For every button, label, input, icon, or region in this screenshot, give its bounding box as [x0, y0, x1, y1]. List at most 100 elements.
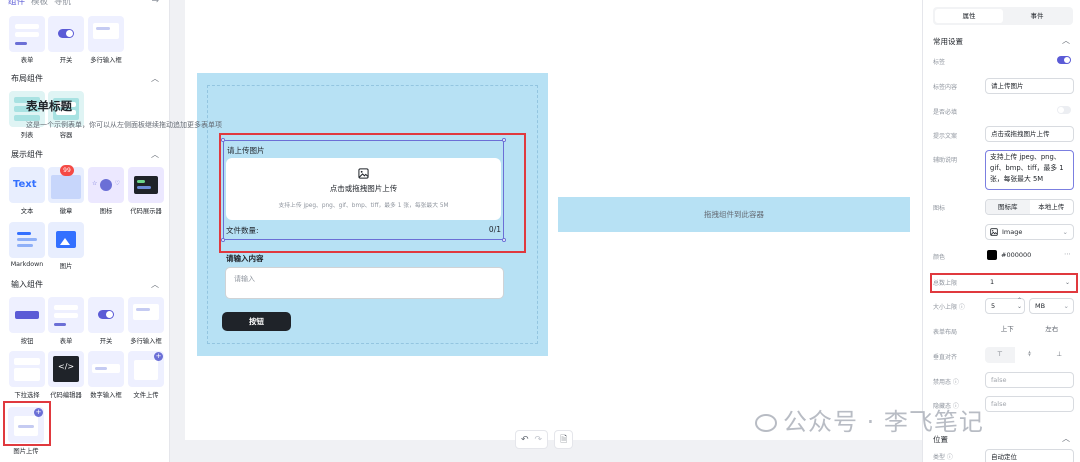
- hidden-input[interactable]: false: [985, 396, 1074, 412]
- local-upload-option[interactable]: 本地上传: [1030, 200, 1074, 214]
- hint-input[interactable]: 点击或拖拽图片上传: [985, 126, 1074, 142]
- component-form[interactable]: 表单: [7, 16, 47, 64]
- component-number-input[interactable]: 数字输入框: [86, 351, 126, 399]
- icon-thumbnail-icon: ☆ ♡: [88, 167, 124, 203]
- vertical-align-segmented: ⊤ ⫩ ⊥: [985, 347, 1074, 363]
- component-text[interactable]: Text 文本: [7, 167, 47, 215]
- form-description: 这是一个示例表单，你可以从左侧面板继续拖动追加更多表单项: [26, 121, 222, 129]
- highlight-box: [3, 401, 51, 446]
- prop-label: 颜色: [933, 254, 946, 261]
- text-input[interactable]: 请输入: [225, 267, 504, 299]
- icon-select[interactable]: Image ⌄: [985, 224, 1074, 240]
- submit-button[interactable]: 按钮: [222, 312, 291, 331]
- prop-label: 标签内容: [933, 84, 958, 91]
- component-switch[interactable]: 开关: [86, 297, 126, 345]
- tab-navigation[interactable]: 导航: [54, 0, 71, 7]
- component-file-upload[interactable]: + 文件上传: [126, 351, 166, 399]
- icon-library-option[interactable]: 图标库: [986, 200, 1030, 214]
- size-unit-select[interactable]: MB ⌄: [1029, 298, 1074, 314]
- redo-icon[interactable]: ↷: [535, 435, 543, 445]
- component-label: 列表: [20, 132, 34, 139]
- property-tabs: 属性 事件: [933, 7, 1073, 25]
- chevron-up-icon[interactable]: ︿: [1062, 35, 1070, 46]
- save-icon[interactable]: 🗎: [554, 430, 574, 449]
- align-top-icon[interactable]: ⊤: [985, 347, 1015, 363]
- align-middle-icon[interactable]: ⫩: [1015, 347, 1045, 363]
- prop-label: 表单布局: [933, 329, 958, 336]
- form-layout-segmented: 上下 左右: [985, 322, 1074, 338]
- layout-horizontal-option[interactable]: 左右: [1030, 322, 1075, 338]
- disabled-input[interactable]: false: [985, 372, 1074, 388]
- tab-templates[interactable]: 模板: [31, 0, 48, 7]
- section-layout[interactable]: 布局组件 ︿: [11, 73, 159, 84]
- badge-thumbnail-icon: 99: [48, 165, 84, 203]
- component-form[interactable]: 表单: [46, 297, 86, 345]
- component-markdown[interactable]: Markdown: [7, 222, 47, 268]
- section-common-settings[interactable]: 常用设置: [933, 36, 963, 47]
- tab-events[interactable]: 事件: [1003, 9, 1071, 23]
- select-thumbnail-icon: [9, 351, 45, 387]
- chevron-up-icon[interactable]: ︿: [151, 73, 159, 84]
- component-label: 图标: [99, 208, 113, 215]
- required-toggle[interactable]: [1057, 106, 1071, 114]
- section-display[interactable]: 展示组件 ︿: [11, 149, 159, 160]
- form-title[interactable]: 表单标题: [26, 98, 72, 114]
- component-image[interactable]: 图片: [46, 222, 86, 270]
- chevron-up-icon[interactable]: ︿: [1062, 433, 1070, 444]
- prop-label: 垂直对齐: [933, 354, 958, 361]
- label-content-input[interactable]: 请上传图片: [985, 78, 1074, 94]
- component-textarea[interactable]: 多行输入框: [86, 16, 126, 64]
- prop-label: 大小上限 ⓘ: [933, 304, 965, 311]
- component-label: 多行输入框: [90, 57, 122, 64]
- more-icon[interactable]: ⋯: [1064, 250, 1071, 258]
- chevron-up-icon[interactable]: ︿: [151, 149, 159, 160]
- highlight-box: [930, 273, 1078, 293]
- component-button[interactable]: 按钮: [7, 297, 47, 345]
- aux-description-textarea[interactable]: 支持上传 jpeg、png、gif、bmp、tiff，最多 1 张，每张最大 5…: [985, 150, 1074, 190]
- align-bottom-icon[interactable]: ⊥: [1044, 347, 1074, 363]
- component-textarea[interactable]: 多行输入框: [126, 297, 166, 345]
- markdown-thumbnail-icon: [9, 222, 45, 258]
- switch-thumbnail-icon: [88, 297, 124, 333]
- switch-icon[interactable]: ⇆: [151, 0, 159, 5]
- label-toggle[interactable]: [1057, 56, 1071, 64]
- prop-label: 标签: [933, 59, 946, 66]
- undo-icon[interactable]: ↶: [521, 435, 529, 445]
- chevron-up-icon[interactable]: ︿: [151, 279, 159, 290]
- prop-label: 是否必填: [933, 109, 958, 116]
- component-switch[interactable]: 开关: [46, 16, 86, 64]
- color-swatch[interactable]: [987, 250, 997, 260]
- component-code-editor[interactable]: </> 代码编辑器: [46, 351, 86, 399]
- file-upload-thumbnail-icon: +: [128, 351, 164, 387]
- icon-source-segmented: 图标库 本地上传: [985, 199, 1074, 215]
- component-label: Markdown: [10, 261, 44, 268]
- tab-components[interactable]: 组件: [8, 0, 25, 7]
- component-label: 徽章: [59, 208, 73, 215]
- component-code-viewer[interactable]: 代码展示器: [126, 167, 166, 215]
- layout-vertical-option[interactable]: 上下: [985, 322, 1030, 338]
- section-title: 布局组件: [11, 74, 43, 83]
- component-label: 表单: [20, 57, 34, 64]
- component-badge[interactable]: 99 徽章: [46, 165, 86, 215]
- container-drop-zone[interactable]: 拖拽组件到此容器: [558, 197, 910, 232]
- code-viewer-thumbnail-icon: [128, 167, 164, 203]
- color-value[interactable]: #000000: [1001, 251, 1031, 259]
- component-select[interactable]: 下拉选择: [7, 351, 47, 399]
- component-label: 表单: [59, 338, 73, 345]
- component-label: 下拉选择: [14, 392, 40, 399]
- stepper-icon[interactable]: ⌃ ⌄: [1017, 298, 1022, 310]
- tab-properties[interactable]: 属性: [935, 9, 1003, 23]
- text-thumbnail-icon: Text: [9, 167, 45, 203]
- component-label: 代码展示器: [130, 208, 162, 215]
- component-label: 开关: [99, 338, 113, 345]
- component-icon[interactable]: ☆ ♡ 图标: [86, 167, 126, 215]
- section-title: 展示组件: [11, 150, 43, 159]
- component-label: 数字输入框: [90, 392, 122, 399]
- image-thumbnail-icon: [48, 222, 84, 258]
- prop-label: 辅助说明: [933, 157, 958, 164]
- position-type-select[interactable]: 自动定位: [985, 449, 1074, 462]
- section-input[interactable]: 输入组件 ︿: [11, 279, 159, 290]
- component-panel: 组件 模板 导航 ⇆ 表单 开关 多行输入框 布局组件 ︿ 列表 容器 展示组件…: [0, 0, 170, 462]
- section-title: 输入组件: [11, 280, 43, 289]
- component-label: 文本: [20, 208, 34, 215]
